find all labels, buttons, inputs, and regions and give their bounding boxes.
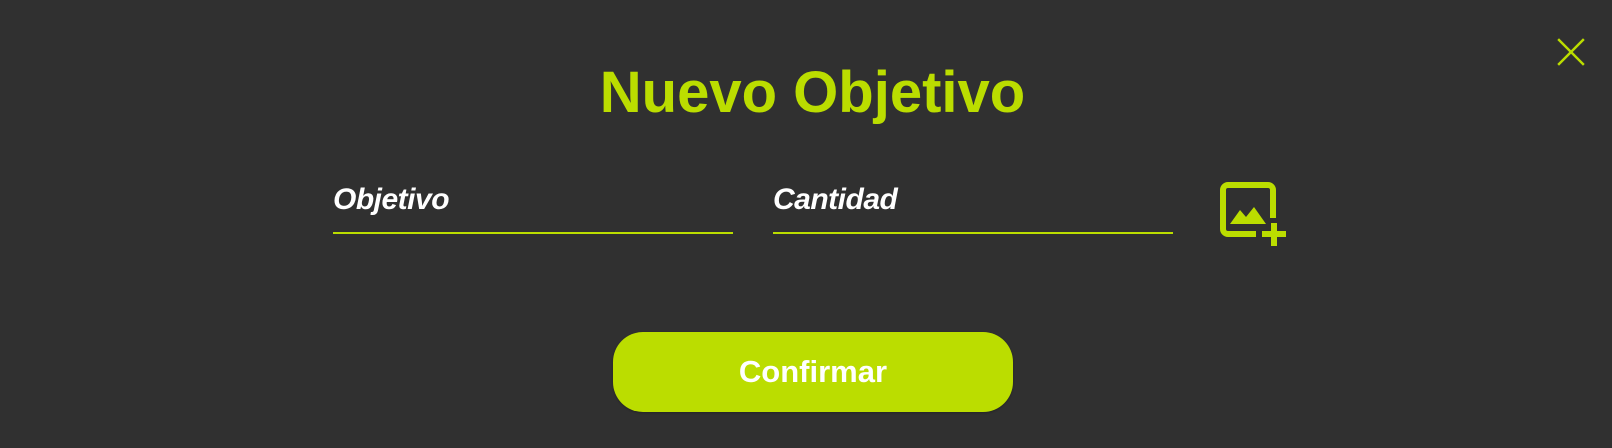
confirm-button[interactable]: Confirmar [613, 332, 1013, 412]
cantidad-field [773, 168, 1173, 234]
objetivo-input[interactable] [333, 168, 733, 232]
add-image-icon [1220, 182, 1286, 246]
add-image-button[interactable] [1218, 180, 1288, 248]
cantidad-input[interactable] [773, 168, 1173, 232]
modal-title: Nuevo Objetivo [599, 60, 1026, 125]
objetivo-field [333, 168, 733, 234]
